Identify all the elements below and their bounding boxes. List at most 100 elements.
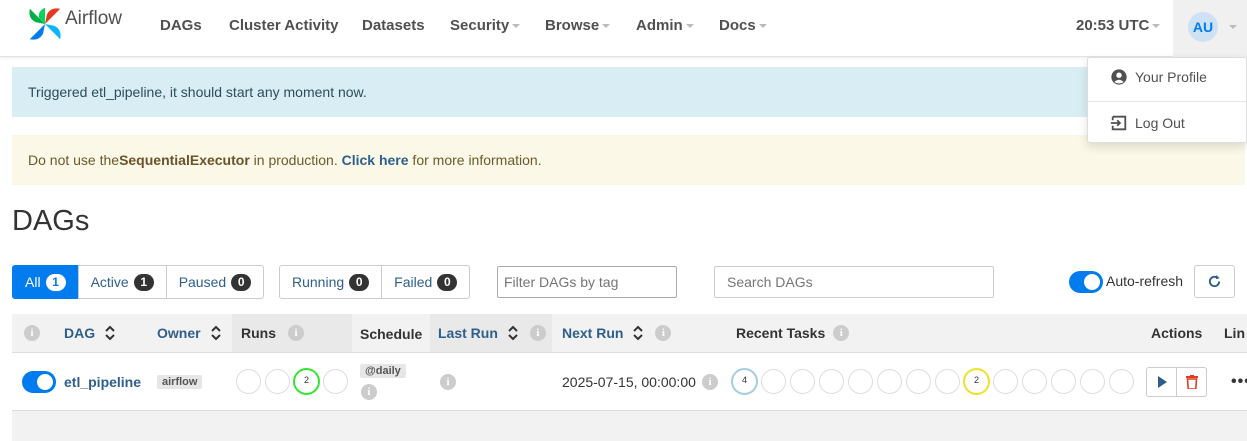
pinwheel-icon — [29, 7, 61, 40]
task-state-circle[interactable] — [935, 369, 960, 394]
nav-admin-label: Admin — [636, 17, 683, 34]
chevron-down-icon — [512, 24, 521, 29]
alert-text-suffix: for more information. — [408, 152, 542, 168]
user-circle-icon — [1111, 69, 1127, 85]
divider — [1088, 101, 1246, 102]
filter-label: Active — [90, 274, 129, 290]
count-badge: 1 — [133, 273, 154, 291]
filter-running-button[interactable]: Running 0 — [279, 265, 383, 299]
sort-icon — [633, 325, 644, 341]
timezone-menu[interactable]: 20:53 UTC — [1076, 17, 1161, 34]
nav-datasets[interactable]: Datasets — [362, 17, 425, 34]
clock-time: 20:53 UTC — [1076, 17, 1150, 34]
task-state-queued-circle[interactable]: 4 — [731, 368, 758, 395]
count-badge: 0 — [437, 273, 458, 291]
run-state-circle[interactable] — [323, 369, 348, 394]
top-navbar: Airflow DAGs Cluster Activity Datasets S… — [0, 0, 1247, 57]
dag-pause-toggle[interactable] — [22, 371, 56, 393]
executor-name: SequentialExecutor — [119, 152, 250, 168]
filter-all-button[interactable]: All 1 — [12, 265, 79, 299]
search-dags-input[interactable] — [714, 266, 994, 298]
refresh-button[interactable] — [1194, 265, 1235, 298]
user-menu-toggle[interactable]: AU — [1173, 0, 1247, 57]
task-state-circle[interactable] — [1109, 369, 1134, 394]
task-state-circle[interactable] — [761, 369, 786, 394]
owner-column-header[interactable]: Owner — [157, 325, 221, 341]
column-label: Recent Tasks — [736, 325, 826, 341]
more-links-icon[interactable]: ••• — [1231, 373, 1247, 391]
page-title: DAGs — [12, 205, 90, 237]
run-state-circle[interactable] — [265, 369, 290, 394]
info-icon[interactable]: i — [288, 325, 304, 341]
task-state-circle[interactable] — [877, 369, 902, 394]
chevron-down-icon — [602, 24, 611, 29]
task-state-circle[interactable] — [1080, 369, 1105, 394]
next-run-value: 2025-07-15, 00:00:00 — [562, 374, 696, 390]
info-icon[interactable]: i — [702, 374, 718, 390]
task-state-circle[interactable] — [993, 369, 1018, 394]
info-icon[interactable]: i — [361, 384, 377, 400]
nav-cluster-activity[interactable]: Cluster Activity — [229, 17, 338, 34]
task-state-circle[interactable] — [1051, 369, 1076, 394]
nav-browse[interactable]: Browse — [545, 17, 611, 34]
info-icon[interactable]: i — [833, 325, 850, 341]
run-state-running-circle[interactable]: 2 — [293, 368, 320, 395]
column-label: Runs — [241, 325, 276, 341]
nav-security[interactable]: Security — [450, 17, 521, 34]
filter-active-button[interactable]: Active 1 — [77, 265, 167, 299]
chevron-down-icon — [1229, 25, 1237, 29]
task-state-circle[interactable] — [790, 369, 815, 394]
actions-column-header: Actions — [1151, 325, 1203, 341]
alert-text-prefix: Do not use the — [28, 152, 120, 168]
info-header: i — [24, 325, 40, 341]
nav-docs[interactable]: Docs — [719, 17, 767, 34]
menu-item-label: Log Out — [1135, 115, 1185, 131]
menu-item-your-profile[interactable]: Your Profile — [1110, 68, 1207, 86]
runs-column-header: Runs i — [241, 325, 304, 341]
nav-browse-label: Browse — [545, 17, 600, 34]
more-info-link[interactable]: Click here — [342, 152, 409, 168]
filter-label: Paused — [178, 274, 227, 290]
count-badge: 0 — [231, 273, 252, 291]
column-label: Next Run — [562, 325, 624, 341]
info-icon[interactable]: i — [655, 325, 672, 341]
nav-dags[interactable]: DAGs — [160, 17, 202, 34]
owner-tag[interactable]: airflow — [157, 375, 203, 389]
chevron-down-icon — [685, 24, 694, 29]
task-state-circle[interactable] — [819, 369, 844, 394]
dag-column-header[interactable]: DAG — [64, 325, 115, 341]
task-state-circle[interactable] — [848, 369, 873, 394]
dag-id-link[interactable]: etl_pipeline — [64, 374, 141, 390]
schedule-tag[interactable]: @daily — [360, 364, 406, 378]
filter-label: All — [25, 274, 41, 290]
delete-dag-button[interactable] — [1176, 367, 1207, 397]
task-state-circle[interactable] — [906, 369, 931, 394]
info-icon[interactable]: i — [529, 325, 546, 341]
run-state-filter-group: Running 0 Failed 0 — [279, 265, 471, 299]
sort-icon — [105, 325, 115, 341]
trash-icon — [1185, 375, 1198, 389]
brand-name: Airflow — [65, 8, 123, 29]
last-run-column-header[interactable]: Last Run i — [438, 325, 546, 341]
nav-admin[interactable]: Admin — [636, 17, 694, 34]
toggle-knob — [1084, 274, 1100, 290]
filter-failed-button[interactable]: Failed 0 — [381, 265, 471, 299]
column-label: DAG — [64, 325, 96, 341]
auto-refresh-toggle[interactable] — [1069, 271, 1103, 293]
user-dropdown-menu: Your Profile Log Out — [1087, 57, 1247, 143]
play-icon — [1157, 376, 1167, 388]
run-state-circle[interactable] — [236, 369, 261, 394]
executor-warning-alert: Do not use the SequentialExecutor in pro… — [12, 135, 1245, 185]
info-icon[interactable]: i — [440, 374, 456, 390]
task-state-retry-circle[interactable]: 2 — [963, 368, 990, 395]
trigger-dag-button[interactable] — [1146, 367, 1177, 397]
menu-item-log-out[interactable]: Log Out — [1110, 114, 1185, 132]
task-state-circle[interactable] — [1022, 369, 1047, 394]
airflow-logo[interactable]: Airflow — [26, 5, 122, 43]
trigger-info-alert: Triggered etl_pipeline, it should start … — [12, 67, 1245, 117]
filter-paused-button[interactable]: Paused 0 — [165, 265, 265, 299]
nav-security-label: Security — [450, 17, 510, 34]
table-row: etl_pipeline airflow 2 @daily i i 2025-0… — [12, 353, 1247, 411]
tag-filter-input[interactable] — [497, 266, 677, 298]
next-run-column-header[interactable]: Next Run i — [562, 325, 672, 341]
